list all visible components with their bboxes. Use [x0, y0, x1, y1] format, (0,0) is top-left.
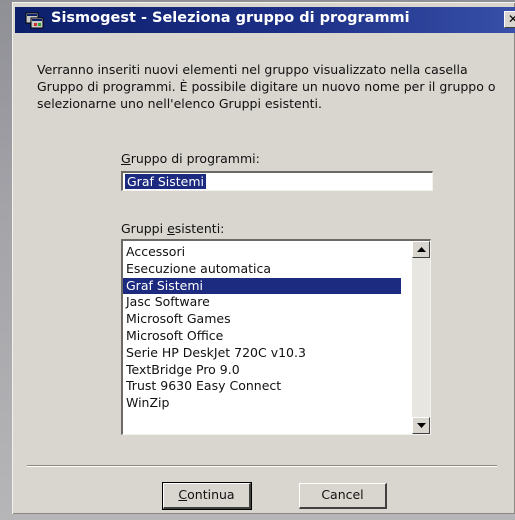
continue-button-accelerator: C	[178, 487, 188, 502]
list-item[interactable]: Trust 9630 Easy Connect	[123, 378, 401, 395]
continue-button-label: ontinua	[187, 487, 235, 502]
continue-button[interactable]: Continua	[162, 482, 252, 510]
arrow-down-icon	[417, 423, 426, 428]
existing-groups-label-accelerator: e	[167, 221, 175, 236]
cancel-button[interactable]: Cancel	[299, 483, 387, 509]
list-item[interactable]: Serie HP DeskJet 720C v10.3	[123, 345, 401, 362]
list-item[interactable]: Jasc Software	[123, 294, 401, 311]
existing-groups-label-pre: Gruppi	[121, 221, 168, 236]
list-item[interactable]: Microsoft Office	[123, 328, 401, 345]
list-item[interactable]: TextBridge Pro 9.0	[123, 362, 401, 379]
program-group-input-value: Graf Sistemi	[125, 174, 207, 189]
existing-groups-label-post: sistenti:	[174, 221, 225, 236]
scroll-up-button[interactable]	[412, 241, 430, 258]
list-item-selected[interactable]: Graf Sistemi	[123, 277, 401, 295]
existing-groups-label: Gruppi esistenti:	[121, 221, 224, 236]
divider	[27, 465, 497, 467]
group-field-label-accelerator: G	[121, 151, 131, 166]
existing-groups-list: Accessori Esecuzione automatica Graf Sis…	[123, 244, 401, 412]
scroll-down-button[interactable]	[412, 417, 430, 434]
instructions-text: Verranno inseriti nuovi elementi nel gru…	[37, 62, 496, 111]
list-item[interactable]: Accessori	[123, 244, 401, 261]
group-field-label-text: ruppo di programmi:	[130, 151, 260, 166]
program-group-icon	[25, 11, 45, 29]
group-field-label: Gruppo di programmi:	[121, 151, 260, 166]
dialog-window: Sismogest - Seleziona gruppo di programm…	[12, 2, 515, 514]
list-item[interactable]: Esecuzione automatica	[123, 261, 401, 278]
arrow-up-icon	[417, 247, 426, 252]
existing-groups-listbox[interactable]: Accessori Esecuzione automatica Graf Sis…	[121, 239, 431, 435]
close-icon[interactable]: ✕	[504, 11, 515, 28]
list-item[interactable]: Microsoft Games	[123, 311, 401, 328]
window-title: Sismogest - Seleziona gruppo di programm…	[51, 10, 410, 26]
list-item[interactable]: WinZip	[123, 395, 401, 412]
list-scrollbar[interactable]	[412, 241, 430, 434]
title-bar[interactable]: Sismogest - Seleziona gruppo di programm…	[15, 7, 515, 33]
program-group-input[interactable]: Graf Sistemi	[121, 171, 433, 191]
